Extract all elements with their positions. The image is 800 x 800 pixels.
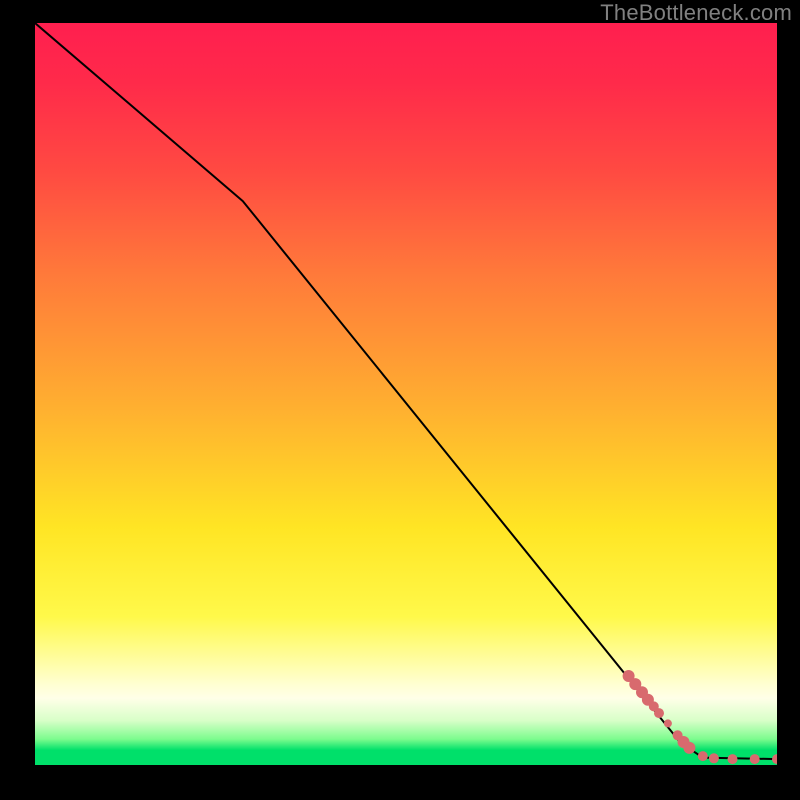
data-marker (654, 708, 664, 718)
watermark-text: TheBottleneck.com (600, 0, 792, 26)
chart-frame: TheBottleneck.com (0, 0, 800, 800)
chart-overlay-svg (35, 23, 777, 765)
data-marker (683, 742, 695, 754)
data-marker (772, 754, 777, 764)
data-marker (664, 719, 672, 727)
bottleneck-curve (35, 23, 777, 759)
data-marker (750, 754, 760, 764)
data-marker (698, 751, 708, 761)
data-marker (728, 754, 738, 764)
marker-group (623, 670, 777, 764)
plot-area (35, 23, 777, 765)
data-marker (709, 753, 719, 763)
